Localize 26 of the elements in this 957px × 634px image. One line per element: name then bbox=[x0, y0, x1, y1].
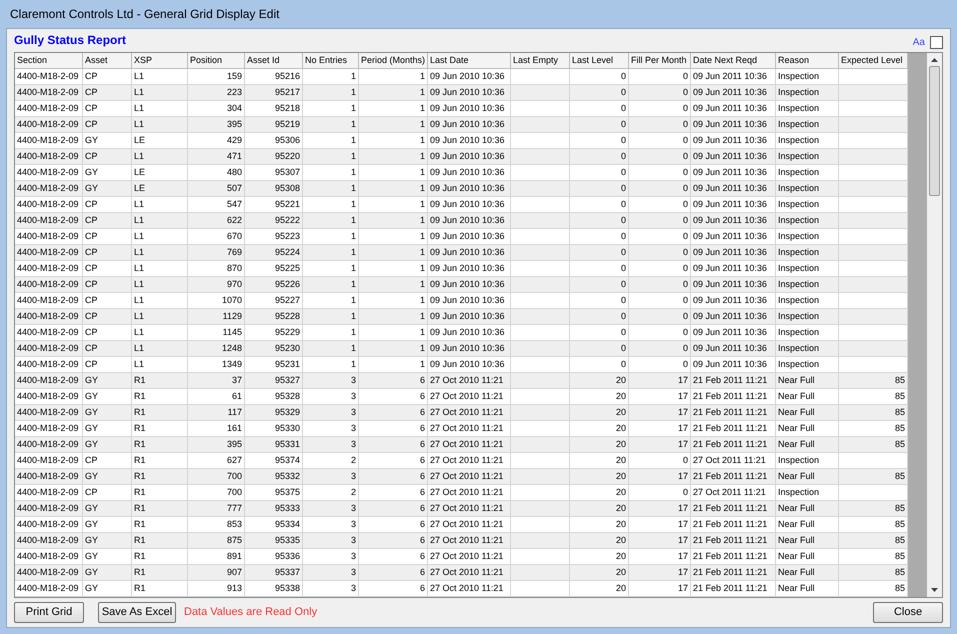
scroll-down-icon bbox=[931, 588, 938, 592]
table-cell: Near Full bbox=[776, 581, 839, 597]
table-cell: 913 bbox=[188, 581, 245, 597]
font-checkbox[interactable] bbox=[930, 36, 943, 48]
scrollbar-thumb[interactable] bbox=[929, 66, 940, 196]
table-cell: 21 Feb 2011 11:21 bbox=[691, 581, 776, 597]
window-title: Claremont Controls Ltd - General Grid Display Edit bbox=[10, 6, 280, 23]
table-cell: 27 Oct 2010 11:21 bbox=[428, 581, 511, 597]
table-cell: R1 bbox=[132, 581, 188, 597]
close-button[interactable]: Close bbox=[873, 602, 943, 623]
scroll-up-icon bbox=[931, 58, 938, 62]
table-cell bbox=[511, 581, 570, 597]
table-cell: 95338 bbox=[245, 581, 303, 597]
report-title: Gully Status Report bbox=[14, 32, 126, 49]
table-cell: GY bbox=[83, 581, 132, 597]
table-cell: 6 bbox=[359, 581, 428, 597]
table-cell: 17 bbox=[629, 581, 691, 597]
table-cell: 4400-M18-2-09 bbox=[15, 581, 83, 597]
table-cell: 85 bbox=[839, 581, 908, 597]
status-message: Data Values are Read Only bbox=[184, 605, 318, 620]
scrollbar[interactable] bbox=[927, 53, 942, 597]
table-cell: 20 bbox=[570, 581, 629, 597]
font-label: Aa bbox=[912, 36, 925, 50]
print-grid-button[interactable]: Print Grid bbox=[14, 602, 84, 623]
save-as-excel-button[interactable]: Save As Excel bbox=[98, 602, 176, 623]
table-cell: 3 bbox=[303, 581, 359, 597]
